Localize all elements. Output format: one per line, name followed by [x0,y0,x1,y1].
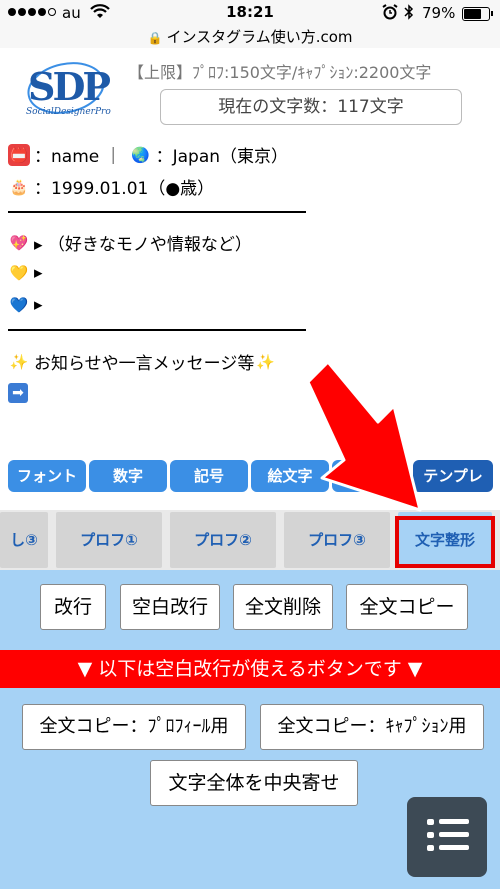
copy-all-button[interactable]: 全文コピー [346,584,468,630]
tab-profile-partial[interactable]: し③ [0,512,48,568]
editor-line-arrow[interactable]: ➡ [8,383,28,403]
globe-icon: 🌏 [131,145,150,164]
yellow-heart-icon: 💛 [9,264,29,282]
tab-profile-2[interactable]: プロフ② [170,512,276,568]
highlight-box [395,516,495,568]
url-text: インスタグラム使い方.com [166,28,353,46]
char-count-display: 現在の文字数：117文字 [160,89,462,125]
lock-icon: 🔒 [147,31,163,45]
editor-line-message[interactable]: ✨ お知らせや一言メッセージ等 ✨ [8,349,280,375]
copy-caption-button[interactable]: 全文コピー：ｷｬﾌﾟｼｮﾝ用 [260,704,484,750]
newline-button[interactable]: 改行 [40,584,106,630]
alarm-icon [382,4,398,24]
menu-button[interactable] [407,797,487,877]
heart-sparkle-icon: 💖 [9,233,29,252]
sparkles-icon: ✨ [255,352,275,371]
editor-line-name[interactable]: 📛 ：name ｜ 🌏 ：Japan（東京） [8,142,288,167]
editor-line-like-3[interactable]: 💙 ▸ [8,294,43,316]
right-arrow-icon: ➡ [8,383,28,403]
editor-line-like-1[interactable]: 💖 ▸ （好きなモノや情報など） [8,230,252,256]
tab-profile-1[interactable]: プロフ① [56,512,162,568]
delete-all-button[interactable]: 全文削除 [233,584,333,630]
name-badge-icon: 📛 [8,143,30,166]
font-button[interactable]: フォント [8,460,86,492]
battery-percent: 79% [422,4,456,22]
site-logo[interactable]: SDP SocialDesignerPro [22,60,111,122]
number-button[interactable]: 数字 [89,460,167,492]
editor-line-birthday[interactable]: 🎂 ：1999.01.01（●歳） [8,174,215,200]
blue-heart-icon: 💙 [9,296,29,314]
notice-banner: ▼ 以下は空白改行が使えるボタンです ▼ [0,650,500,688]
divider [8,329,306,331]
char-limit-text: 【上限】ﾌﾟﾛﾌ:150文字/ｷｬﾌﾟｼｮﾝ:2200文字 [128,63,432,82]
pointer-arrow-icon [306,360,422,512]
copy-profile-button[interactable]: 全文コピー：ﾌﾟﾛﾌｨｰﾙ用 [22,704,246,750]
editor-line-like-2[interactable]: 💛 ▸ [8,262,43,284]
birthday-cake-icon: 🎂 [9,177,29,196]
center-align-button[interactable]: 文字全体を中央寄せ [150,760,358,806]
status-bar: au 18:21 79% [0,0,500,26]
battery-icon [462,7,490,21]
url-bar[interactable]: 🔒 インスタグラム使い方.com [0,26,500,48]
tab-profile-3[interactable]: プロフ③ [284,512,390,568]
blank-newline-button[interactable]: 空白改行 [120,584,220,630]
sparkles-icon: ✨ [9,352,29,371]
bluetooth-icon [404,4,414,24]
symbol-button[interactable]: 記号 [170,460,248,492]
divider [8,211,306,213]
